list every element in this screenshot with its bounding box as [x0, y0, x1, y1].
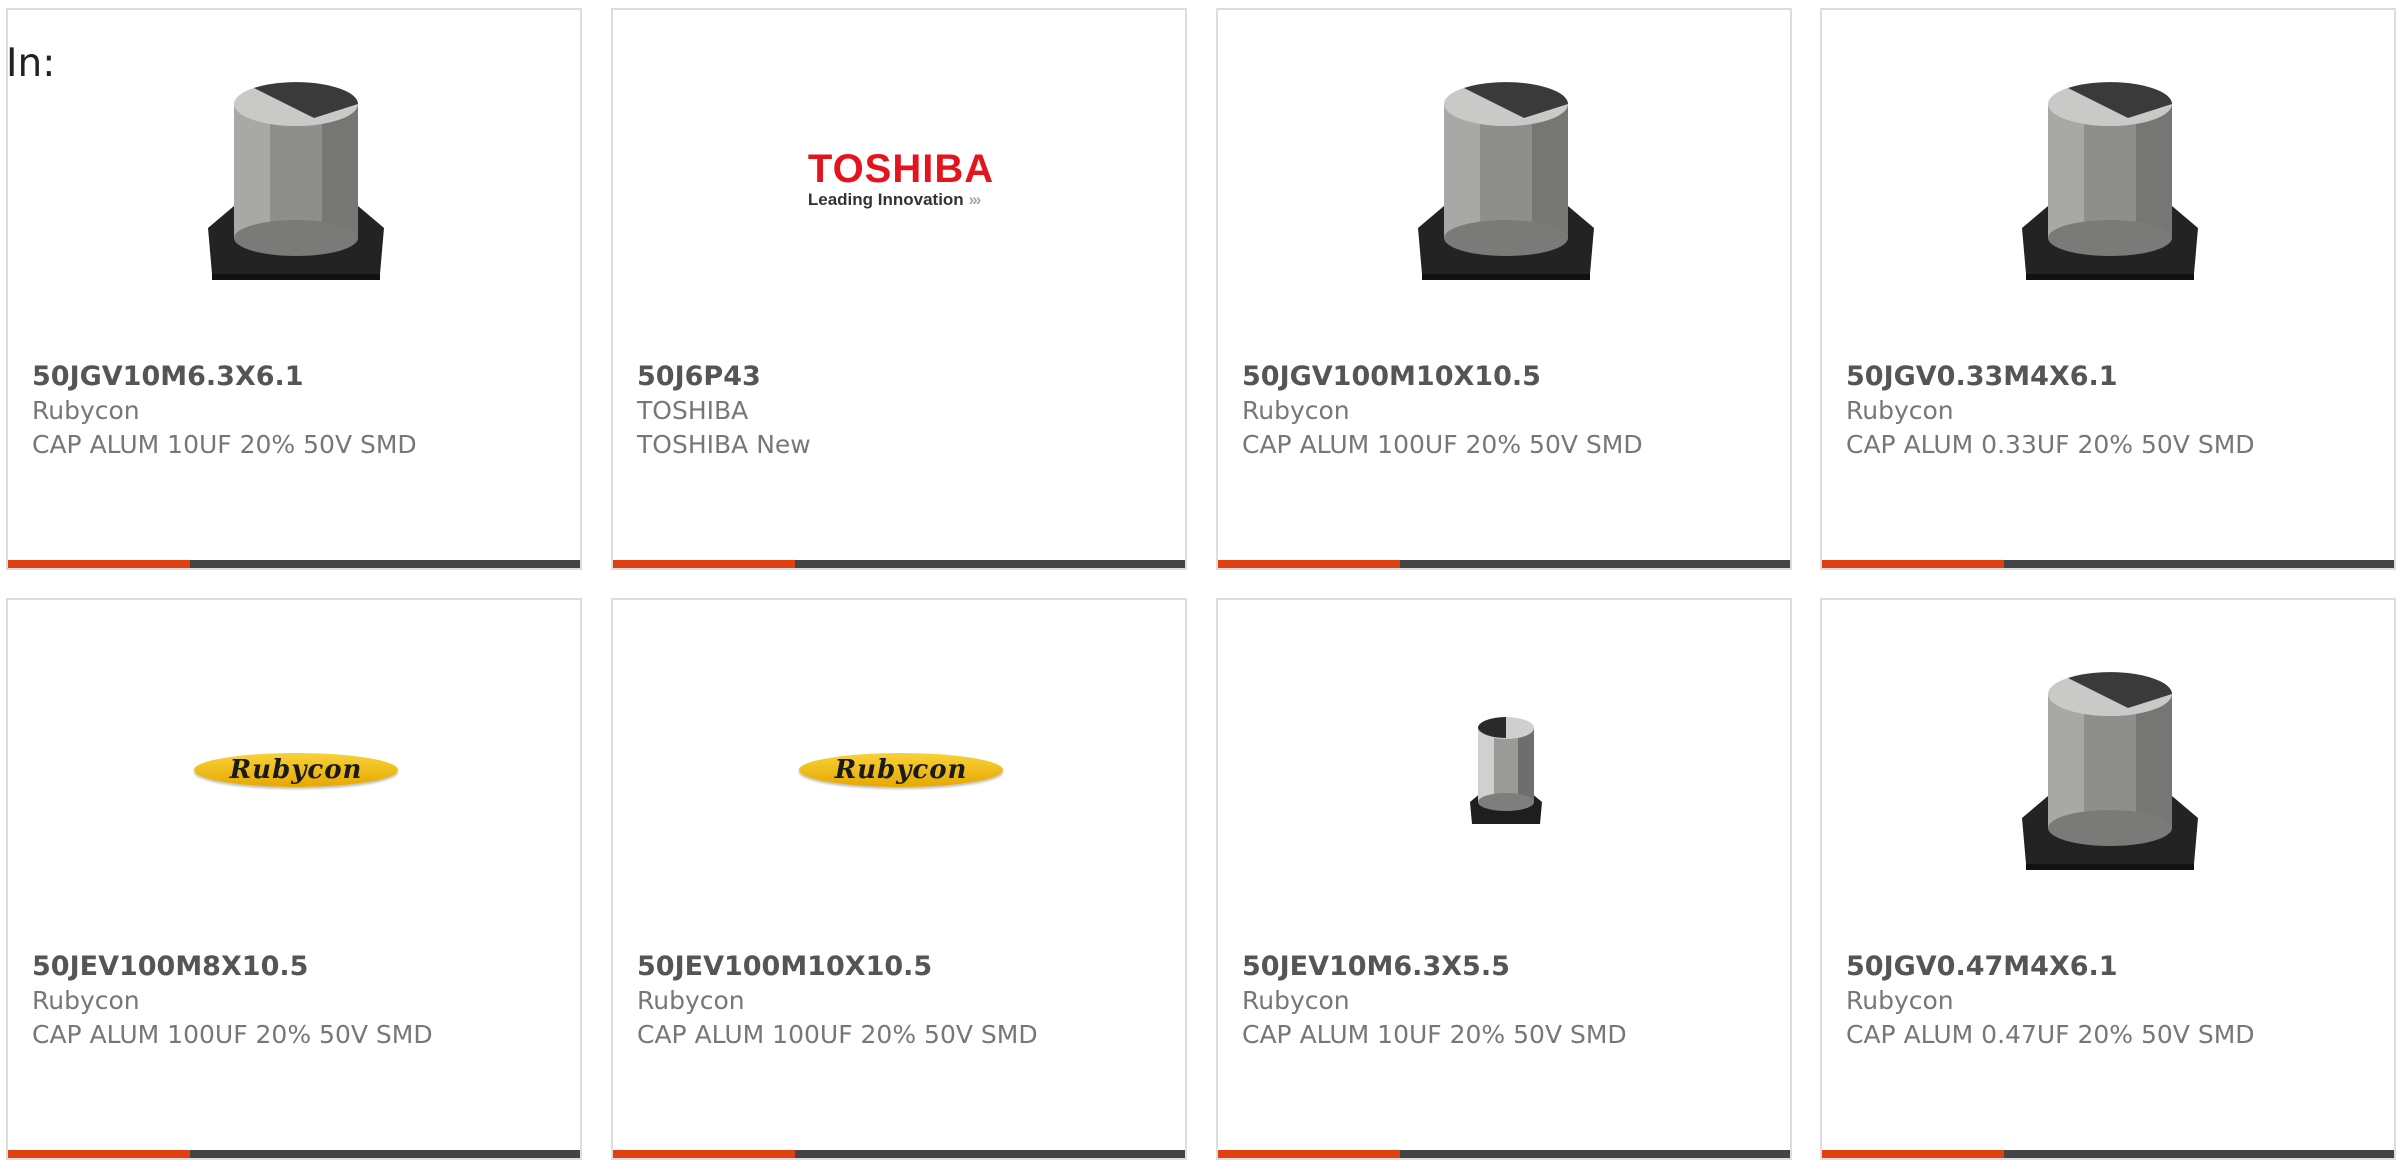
- card-footer-bar: [8, 1150, 580, 1158]
- capacitor-small-icon: [1470, 717, 1542, 824]
- part-number[interactable]: 50JEV100M8X10.5: [32, 950, 564, 984]
- product-image: TOSHIBA Leading Innovation ›››: [799, 78, 1003, 282]
- product-card[interactable]: 50JEV10M6.3X5.5 Rubycon CAP ALUM 10UF 20…: [1216, 598, 1792, 1160]
- capacitor-icon: [2022, 82, 2198, 280]
- capacitor-icon: [1418, 82, 1594, 280]
- manufacturer: Rubycon: [1242, 986, 1350, 1015]
- card-footer-bar: [1218, 1150, 1790, 1158]
- product-image: Rubycon: [799, 668, 1003, 872]
- product-image: [1404, 78, 1608, 282]
- description: CAP ALUM 100UF 20% 50V SMD: [1242, 430, 1643, 459]
- card-footer-bar: [613, 560, 1185, 568]
- part-number[interactable]: 50JGV0.47M4X6.1: [1846, 950, 2378, 984]
- product-image: [194, 78, 398, 282]
- manufacturer: Rubycon: [32, 986, 140, 1015]
- part-number[interactable]: 50J6P43: [637, 360, 1169, 394]
- manufacturer: TOSHIBA: [637, 396, 749, 425]
- product-card[interactable]: TOSHIBA Leading Innovation ››› 50J6P43 T…: [611, 8, 1187, 570]
- toshiba-logo: TOSHIBA Leading Innovation ›››: [807, 147, 995, 209]
- card-footer-bar: [1822, 1150, 2394, 1158]
- card-footer-bar: [613, 1150, 1185, 1158]
- manufacturer: Rubycon: [637, 986, 745, 1015]
- description: TOSHIBA New: [637, 430, 811, 459]
- description: CAP ALUM 100UF 20% 50V SMD: [637, 1020, 1038, 1049]
- card-footer-bar: [8, 560, 580, 568]
- manufacturer: Rubycon: [32, 396, 140, 425]
- product-card[interactable]: 50JGV0.33M4X6.1 Rubycon CAP ALUM 0.33UF …: [1820, 8, 2396, 570]
- product-card[interactable]: 50JGV100M10X10.5 Rubycon CAP ALUM 100UF …: [1216, 8, 1792, 570]
- description: CAP ALUM 0.33UF 20% 50V SMD: [1846, 430, 2255, 459]
- product-grid: 50JGV10M6.3X6.1 Rubycon CAP ALUM 10UF 20…: [0, 0, 2400, 1161]
- card-footer-bar: [1822, 560, 2394, 568]
- product-card[interactable]: 50JGV0.47M4X6.1 Rubycon CAP ALUM 0.47UF …: [1820, 598, 2396, 1160]
- manufacturer: Rubycon: [1846, 986, 1954, 1015]
- capacitor-icon: [208, 82, 384, 280]
- product-image: Rubycon: [194, 668, 398, 872]
- description: CAP ALUM 100UF 20% 50V SMD: [32, 1020, 433, 1049]
- part-number[interactable]: 50JEV100M10X10.5: [637, 950, 1169, 984]
- manufacturer: Rubycon: [1242, 396, 1350, 425]
- description: CAP ALUM 0.47UF 20% 50V SMD: [1846, 1020, 2255, 1049]
- capacitor-icon: [2022, 672, 2198, 870]
- card-footer-bar: [1218, 560, 1790, 568]
- part-number[interactable]: 50JGV100M10X10.5: [1242, 360, 1774, 394]
- product-card[interactable]: Rubycon 50JEV100M8X10.5 Rubycon CAP ALUM…: [6, 598, 582, 1160]
- product-card[interactable]: Rubycon 50JEV100M10X10.5 Rubycon CAP ALU…: [611, 598, 1187, 1160]
- part-number[interactable]: 50JGV10M6.3X6.1: [32, 360, 564, 394]
- manufacturer: Rubycon: [1846, 396, 1954, 425]
- part-number[interactable]: 50JGV0.33M4X6.1: [1846, 360, 2378, 394]
- product-card[interactable]: 50JGV10M6.3X6.1 Rubycon CAP ALUM 10UF 20…: [6, 8, 582, 570]
- product-image: [1404, 668, 1608, 872]
- rubycon-logo: Rubycon: [799, 753, 1003, 787]
- part-number[interactable]: 50JEV10M6.3X5.5: [1242, 950, 1774, 984]
- product-image: [2008, 668, 2212, 872]
- rubycon-logo: Rubycon: [194, 753, 398, 787]
- product-image: [2008, 78, 2212, 282]
- filter-in-label: In:: [6, 41, 56, 86]
- description: CAP ALUM 10UF 20% 50V SMD: [32, 430, 417, 459]
- description: CAP ALUM 10UF 20% 50V SMD: [1242, 1020, 1627, 1049]
